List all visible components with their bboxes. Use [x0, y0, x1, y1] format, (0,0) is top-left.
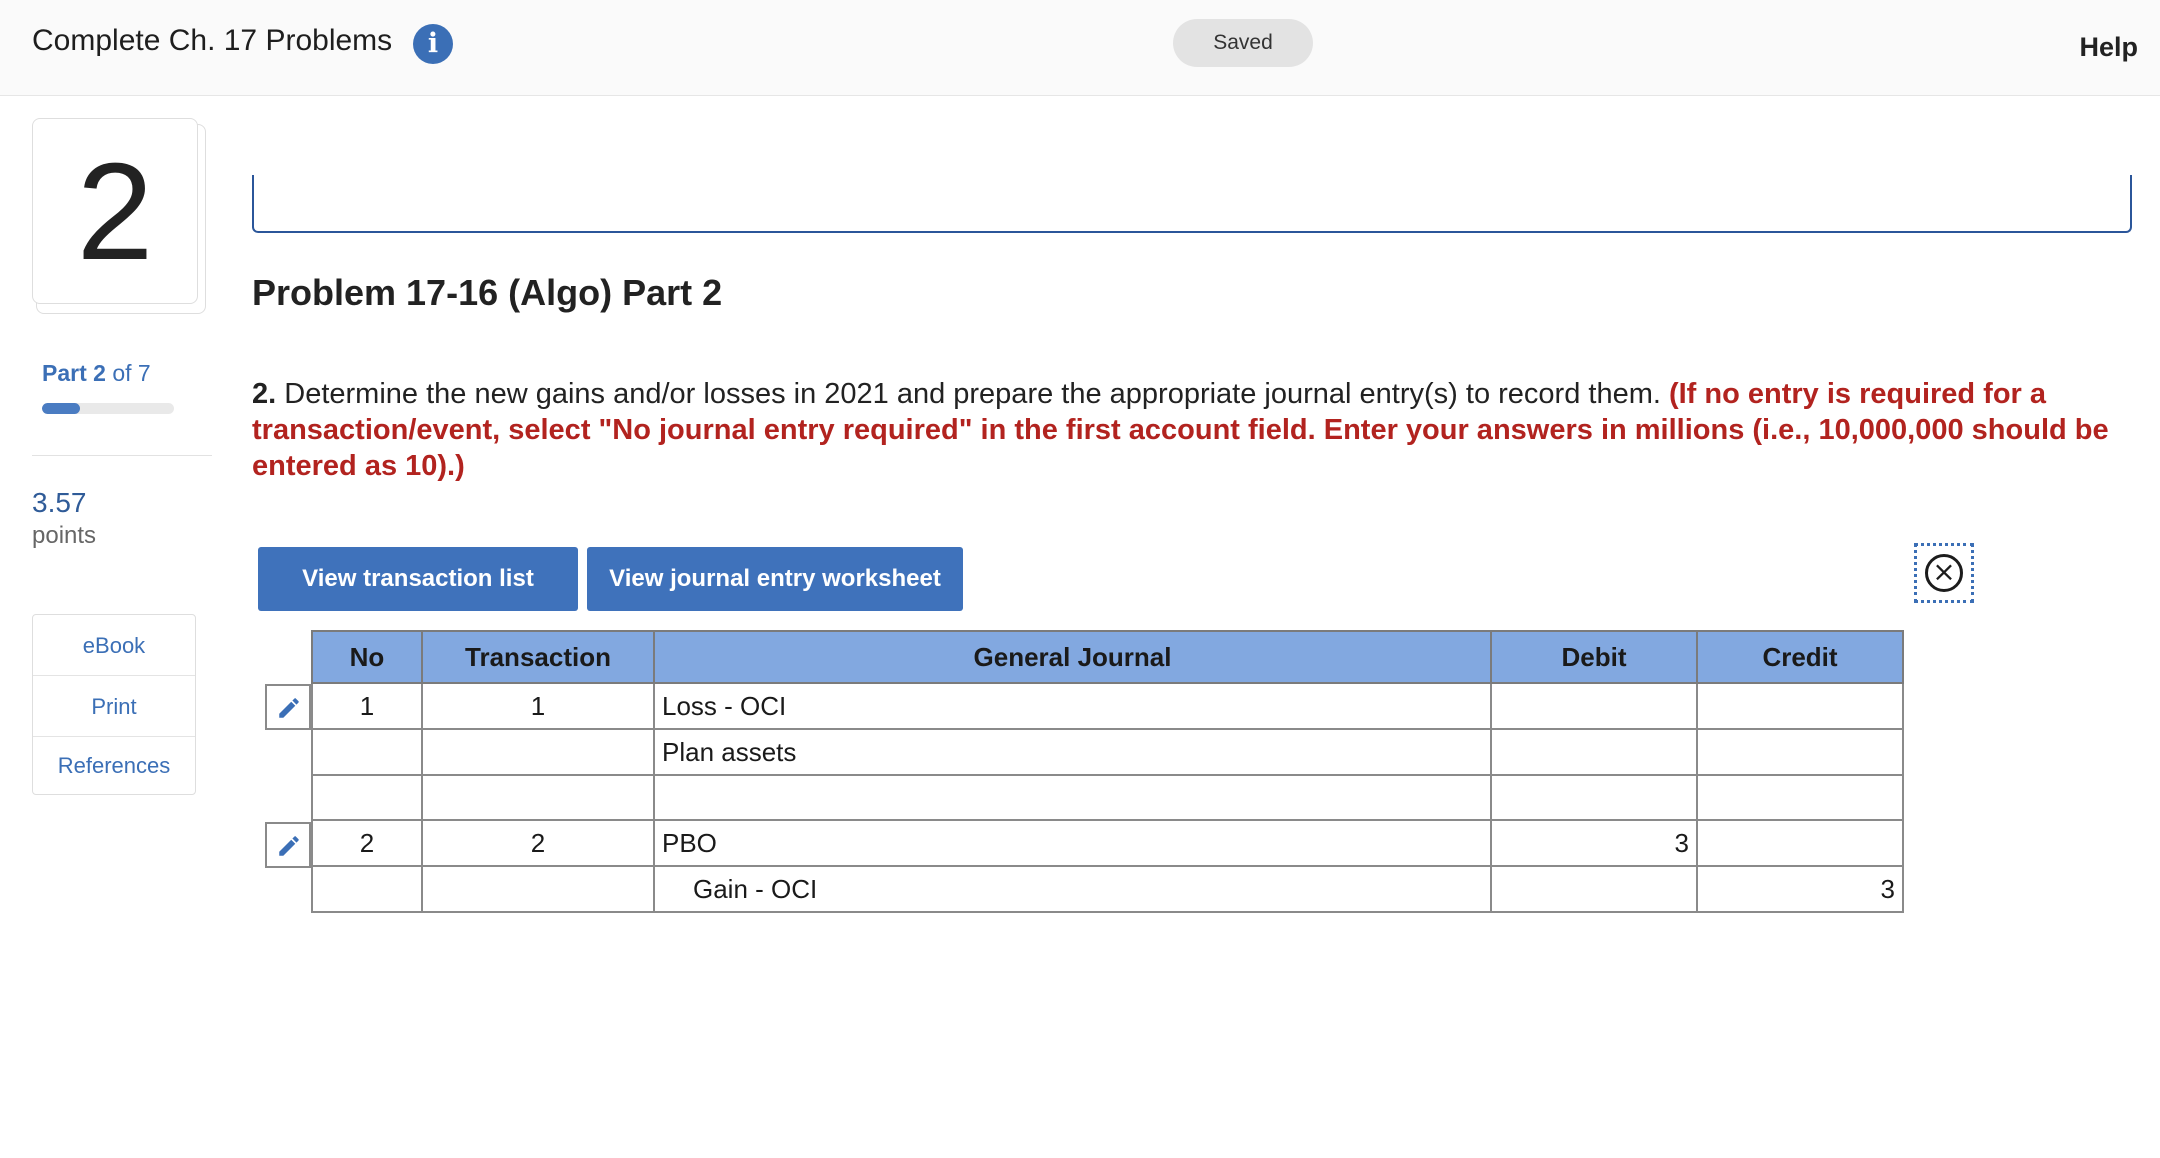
saved-status-badge: Saved — [1173, 19, 1313, 67]
question-text: 2. Determine the new gains and/or losses… — [252, 376, 2132, 484]
row-debit — [1490, 865, 1698, 913]
col-header-credit: Credit — [1696, 630, 1904, 684]
row-no — [311, 865, 423, 913]
view-journal-worksheet-button[interactable]: View journal entry worksheet — [587, 547, 963, 611]
part-total: of 7 — [112, 360, 151, 386]
row-no — [311, 774, 423, 821]
ebook-link[interactable]: eBook — [33, 615, 195, 676]
journal-table: No Transaction General Journal Debit Cre… — [311, 630, 1904, 913]
part-indicator: Part 2 of 7 — [42, 360, 151, 387]
row-account: Plan assets — [653, 728, 1492, 776]
references-link[interactable]: References — [33, 737, 195, 794]
row-credit — [1696, 682, 1904, 730]
row-account: Gain - OCI — [653, 865, 1492, 913]
row-no: 2 — [311, 819, 423, 867]
row-account: PBO — [653, 819, 1492, 867]
row-transaction — [421, 728, 655, 776]
col-header-debit: Debit — [1490, 630, 1698, 684]
top-bar: Complete Ch. 17 Problems i Saved Help — [0, 0, 2160, 96]
journal-header-row: No Transaction General Journal Debit Cre… — [311, 630, 1904, 684]
row-debit — [1490, 682, 1698, 730]
row-account — [653, 774, 1492, 821]
row-transaction: 1 — [421, 682, 655, 730]
row-credit — [1696, 819, 1904, 867]
question-number: 2. — [252, 378, 277, 410]
col-header-general-journal: General Journal — [653, 630, 1492, 684]
sidebar-divider — [32, 455, 212, 456]
col-header-no: No — [311, 630, 423, 684]
close-circle-icon: × — [1925, 554, 1963, 592]
row-no: 1 — [311, 682, 423, 730]
row-transaction — [421, 865, 655, 913]
table-row: Gain - OCI 3 — [311, 865, 1904, 913]
row-credit: 3 — [1696, 865, 1904, 913]
row-no — [311, 728, 423, 776]
part-current: Part 2 — [42, 360, 106, 386]
row-debit — [1490, 774, 1698, 821]
problem-title: Problem 17-16 (Algo) Part 2 — [252, 272, 723, 313]
row-transaction: 2 — [421, 819, 655, 867]
part-progress-bar — [42, 403, 174, 414]
table-row: 2 2 PBO 3 — [311, 819, 1904, 867]
question-body: Determine the new gains and/or losses in… — [276, 378, 1669, 410]
close-table-button[interactable]: × — [1914, 543, 1974, 603]
points-label: points — [32, 522, 97, 549]
edit-entry-1-button[interactable] — [265, 684, 311, 730]
pencil-icon — [279, 698, 299, 718]
print-link[interactable]: Print — [33, 676, 195, 737]
view-transaction-list-button[interactable]: View transaction list — [258, 547, 578, 611]
previous-part-box — [252, 175, 2132, 233]
table-row: Plan assets — [311, 728, 1904, 776]
row-credit — [1696, 774, 1904, 821]
row-account: Loss - OCI — [653, 682, 1492, 730]
row-debit: 3 — [1490, 819, 1698, 867]
question-number-card: 2 — [32, 118, 198, 304]
points-value: 3.57 — [32, 487, 87, 518]
assignment-title: Complete Ch. 17 Problems — [32, 24, 393, 57]
resource-links: eBook Print References — [32, 614, 196, 795]
row-transaction — [421, 774, 655, 821]
table-row: 1 1 Loss - OCI — [311, 682, 1904, 730]
edit-entry-2-button[interactable] — [265, 822, 311, 868]
row-credit — [1696, 728, 1904, 776]
part-progress-fill — [42, 403, 80, 414]
col-header-transaction: Transaction — [421, 630, 655, 684]
pencil-icon — [279, 836, 299, 856]
row-debit — [1490, 728, 1698, 776]
table-row — [311, 774, 1904, 821]
help-link[interactable]: Help — [2079, 32, 2138, 63]
info-icon[interactable]: i — [413, 24, 453, 64]
